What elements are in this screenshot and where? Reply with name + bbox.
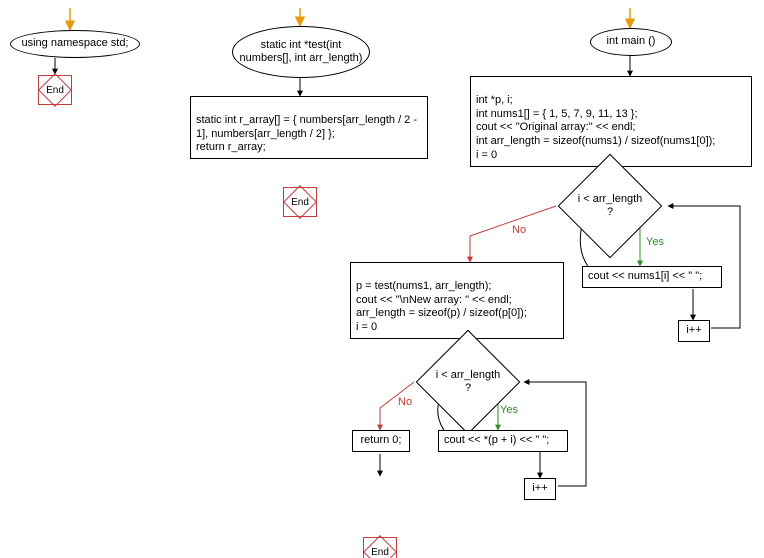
block1-entry-text: using namespace std;	[21, 37, 128, 50]
main-init-rect: int *p, i; int nums1[] = { 1, 5, 7, 9, 1…	[470, 76, 752, 167]
main-loop2-inc-rect: i++	[524, 478, 556, 500]
cond2-yes-label: Yes	[500, 404, 518, 416]
main-loop1-body-text: cout << nums1[i] << " ";	[588, 270, 702, 282]
main-after1-text: p = test(nums1, arr_length); cout << "\n…	[356, 280, 527, 333]
block2-end-symbol: End	[283, 187, 317, 217]
main-return-rect: return 0;	[352, 430, 410, 452]
main-after1-rect: p = test(nums1, arr_length); cout << "\n…	[350, 262, 564, 339]
cond2-no-label: No	[398, 396, 412, 408]
main-cond2-decision: i < arr_length ?	[431, 345, 505, 419]
end-label: End	[291, 197, 309, 208]
cond1-no-label: No	[512, 224, 526, 236]
end-label: End	[371, 547, 389, 558]
flowchart-canvas: using namespace std; End static int *tes…	[0, 0, 764, 558]
main-return-text: return 0;	[361, 434, 402, 446]
main-entry-text: int main ()	[607, 35, 656, 48]
main-init-text: int *p, i; int nums1[] = { 1, 5, 7, 9, 1…	[476, 94, 715, 161]
block1-end-symbol: End	[38, 75, 72, 105]
main-end-symbol: End	[363, 537, 397, 558]
main-cond2-label: i < arr_length ?	[431, 345, 505, 419]
main-loop2-body-rect: cout << *(p + i) << " ";	[438, 430, 568, 452]
block2-entry-text: static int *test(int numbers[], int arr_…	[239, 39, 363, 65]
main-entry-ellipse: int main ()	[590, 28, 672, 56]
main-loop2-body-text: cout << *(p + i) << " ";	[444, 434, 549, 446]
main-cond1-decision: i < arr_length ?	[573, 169, 647, 243]
block1-entry-ellipse: using namespace std;	[10, 30, 140, 58]
main-loop1-inc-text: i++	[686, 324, 701, 336]
block2-entry-ellipse: static int *test(int numbers[], int arr_…	[232, 26, 370, 78]
block2-body-text: static int r_array[] = { numbers[arr_len…	[196, 114, 417, 154]
end-label: End	[46, 85, 64, 96]
main-loop1-inc-rect: i++	[678, 320, 710, 342]
block2-body-rect: static int r_array[] = { numbers[arr_len…	[190, 96, 428, 159]
main-cond1-label: i < arr_length ?	[573, 169, 647, 243]
main-loop1-body-rect: cout << nums1[i] << " ";	[582, 266, 722, 288]
cond1-yes-label: Yes	[646, 236, 664, 248]
main-loop2-inc-text: i++	[532, 482, 547, 494]
